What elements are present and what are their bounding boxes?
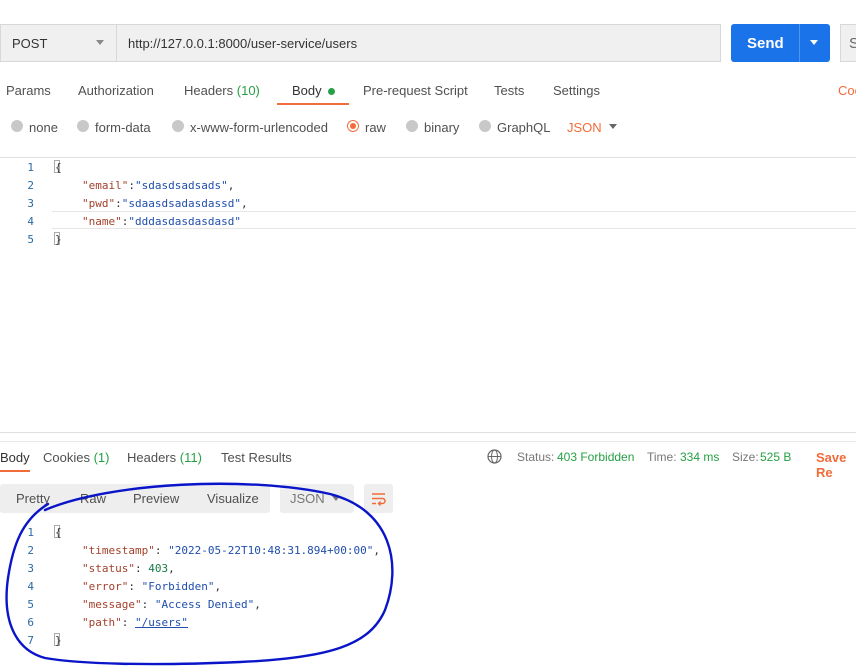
code-open-brace: { [55, 161, 62, 174]
response-tab-headers-count: (11) [179, 450, 202, 465]
json-sep: , [227, 179, 235, 192]
size-value[interactable]: 525 B [760, 450, 791, 464]
response-divider [0, 441, 856, 442]
radio-raw-label: raw [365, 120, 386, 135]
radio-binary-label: binary [424, 120, 460, 135]
radio-none-label: none [29, 120, 58, 135]
hand-drawn-annotation [5, 482, 394, 666]
tab-headers-count: (10) [236, 83, 260, 98]
radio-graphql[interactable] [479, 120, 491, 132]
radio-graphql-label: GraphQL [497, 120, 551, 135]
line-number: 2 [27, 179, 34, 192]
line-number: 1 [27, 161, 34, 174]
line-number: 5 [27, 233, 34, 246]
line-number: 3 [27, 197, 34, 210]
time-label: Time: [647, 450, 677, 464]
send-options-chevron-icon[interactable] [810, 40, 818, 45]
tab-pre-request-script[interactable]: Pre-request Script [363, 83, 468, 98]
time-value[interactable]: 334 ms [680, 450, 719, 464]
json-key: "name" [82, 215, 122, 228]
json-sep: , [240, 197, 248, 210]
active-tab-indicator [277, 103, 349, 105]
radio-form-data[interactable] [77, 120, 89, 132]
response-tab-cookies-count: (1) [93, 450, 110, 465]
radio-none[interactable] [11, 120, 23, 132]
body-active-dot-icon [327, 88, 335, 96]
save-response-button[interactable]: Save Re [816, 450, 856, 480]
send-label: Send [747, 35, 784, 52]
method-label: POST [12, 36, 48, 51]
json-key: "email" [82, 179, 129, 192]
tab-body[interactable]: Body [292, 83, 335, 98]
status-label: Status: [517, 450, 555, 464]
tab-settings[interactable]: Settings [553, 83, 600, 98]
tab-body-label: Body [292, 83, 322, 98]
json-value: "sdasdsadsads" [134, 179, 228, 192]
url-value: http://127.0.0.1:8000/user-service/users [128, 36, 358, 51]
response-tab-body[interactable]: Body [0, 450, 30, 465]
line-number: 4 [27, 215, 34, 228]
radio-binary[interactable] [406, 120, 418, 132]
code-close-brace: } [55, 233, 62, 246]
radio-x-www-form-urlencoded-label: x-www-form-urlencoded [190, 120, 328, 135]
editor-border [0, 432, 856, 433]
response-tab-cookies-label: Cookies [43, 450, 90, 465]
tab-params[interactable]: Params [6, 83, 51, 98]
tab-authorization[interactable]: Authorization [78, 83, 154, 98]
tab-headers-label: Headers [184, 83, 234, 98]
response-tab-headers[interactable]: Headers (11) [127, 450, 202, 465]
chevron-down-icon [609, 124, 617, 129]
response-tab-headers-label: Headers [127, 450, 177, 465]
cookies-link[interactable]: Coo [838, 83, 856, 98]
response-tab-cookies[interactable]: Cookies (1) [43, 450, 109, 465]
body-format-select[interactable]: JSON [567, 120, 602, 135]
json-key: "pwd" [82, 197, 116, 210]
save-label: S [849, 35, 856, 52]
tab-tests[interactable]: Tests [494, 83, 524, 98]
tab-headers[interactable]: Headers (10) [184, 83, 260, 98]
json-value: "sdaasdsadasdassd" [121, 197, 241, 210]
size-label: Size: [732, 450, 759, 464]
chevron-down-icon [96, 40, 104, 45]
code-line[interactable]: "name":"dddasdasdasdasd" [82, 215, 241, 228]
send-divider [799, 24, 800, 62]
code-line[interactable]: "pwd":"sdaasdsadasdassd", [82, 197, 248, 210]
response-tab-test-results[interactable]: Test Results [221, 450, 292, 465]
response-active-tab-indicator [0, 470, 30, 472]
json-value: "dddasdasdasdasd" [128, 215, 241, 228]
status-value[interactable]: 403 Forbidden [557, 450, 634, 464]
radio-form-data-label: form-data [95, 120, 151, 135]
code-line[interactable]: "email":"sdasdsadsads", [82, 179, 234, 192]
editor-border [0, 157, 856, 158]
globe-icon[interactable] [487, 449, 502, 464]
radio-x-www-form-urlencoded[interactable] [172, 120, 184, 132]
radio-raw[interactable] [347, 120, 359, 132]
